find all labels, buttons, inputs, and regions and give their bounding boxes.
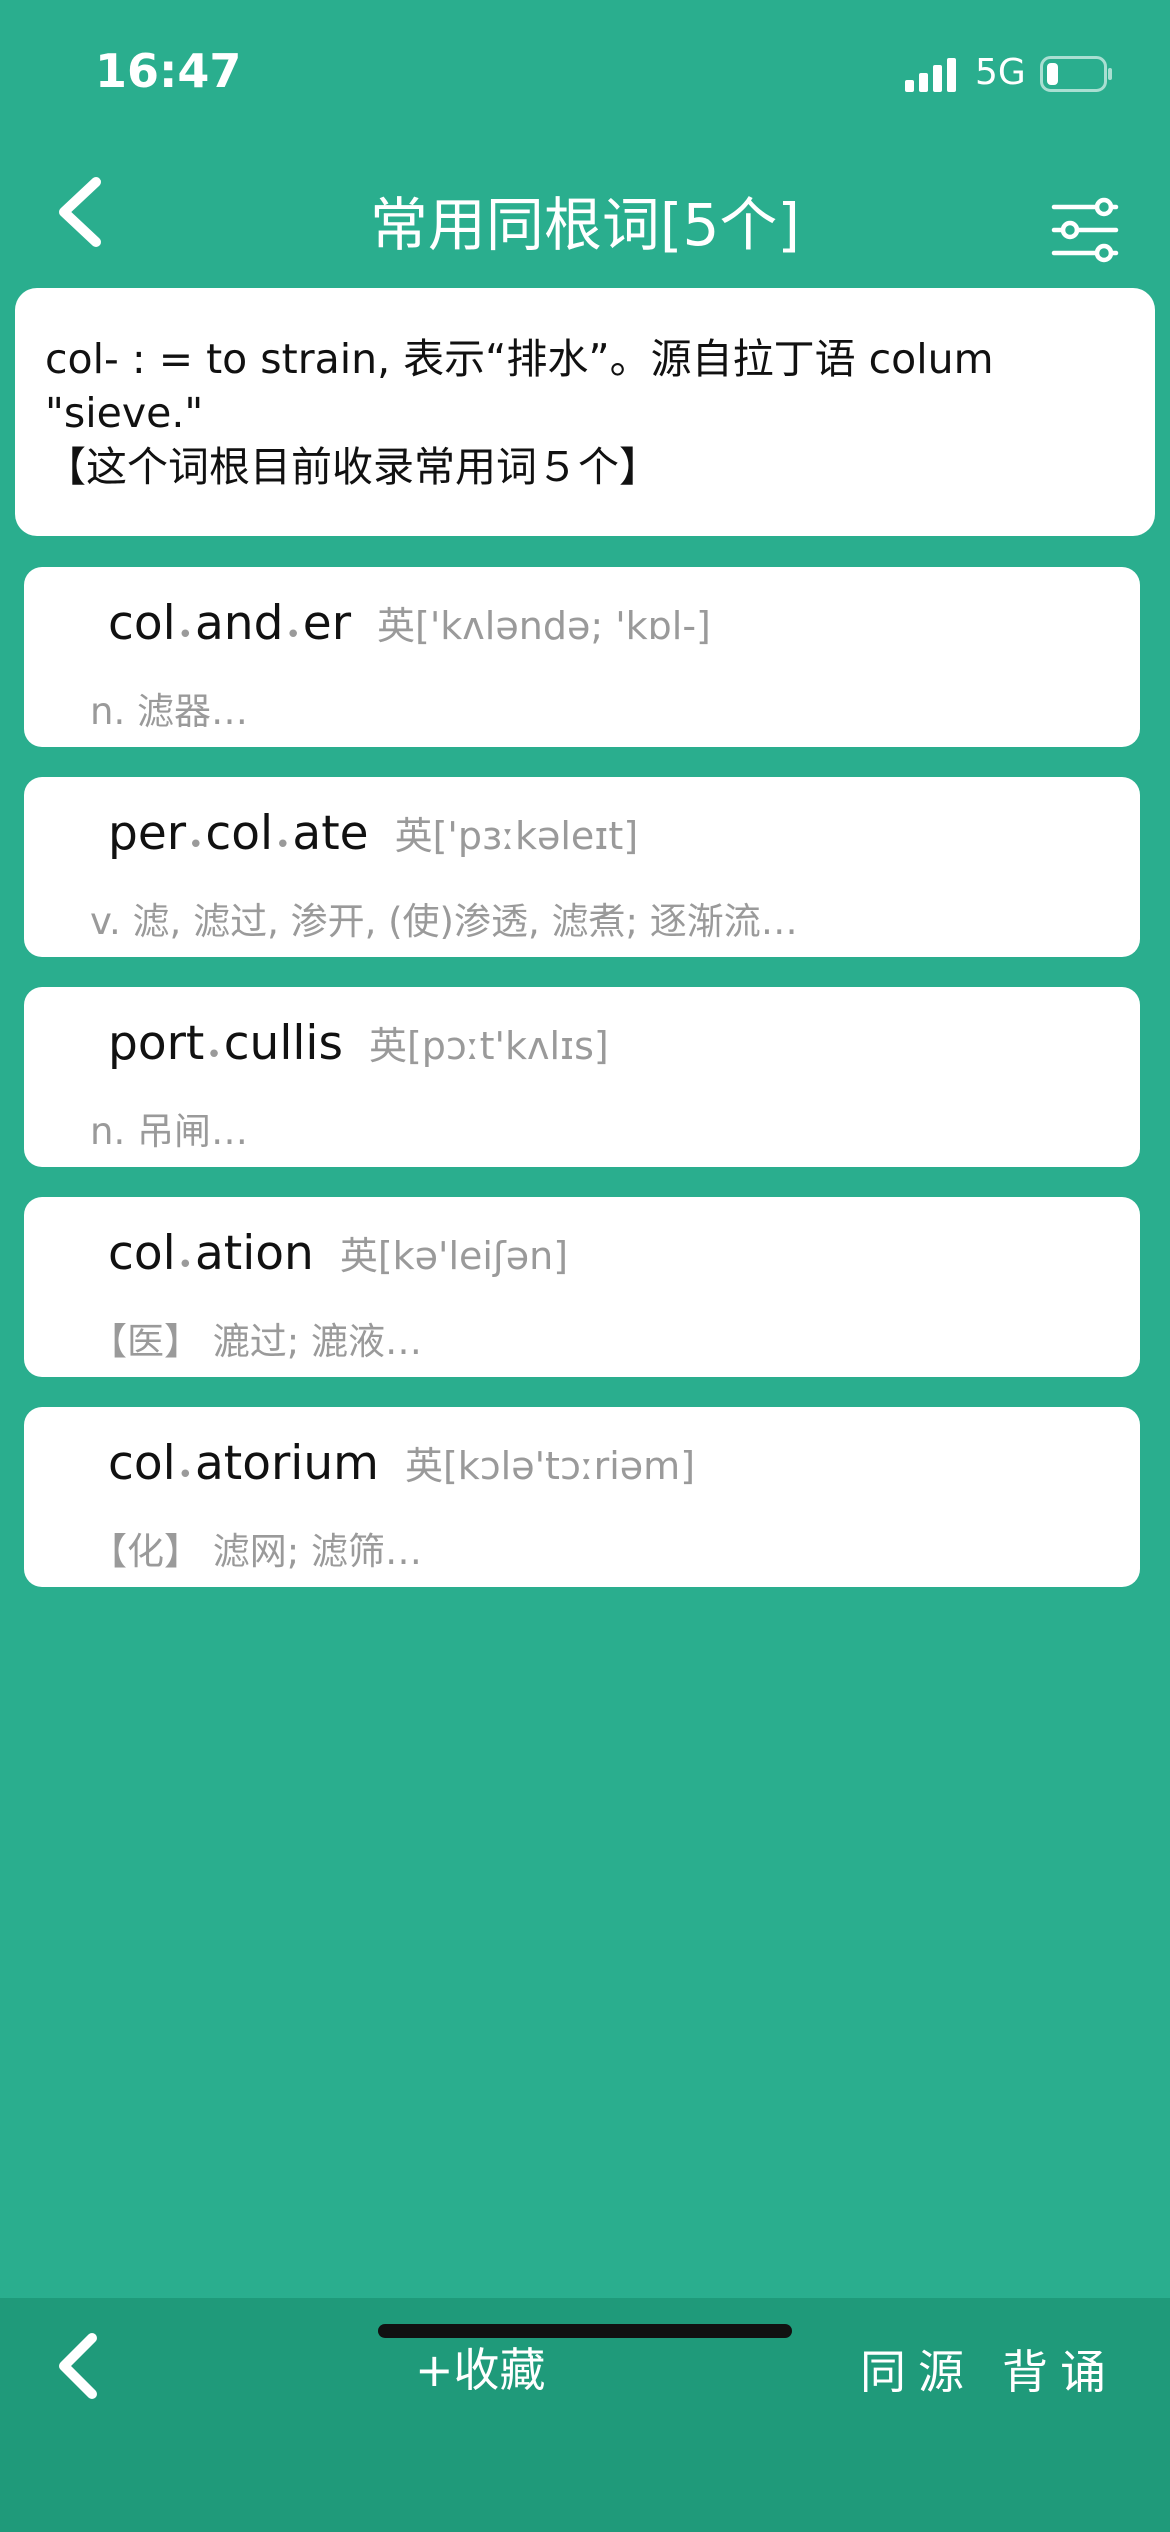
nav-bar: 常用同根词[5个] [0, 150, 1170, 280]
syllable-dot: • [177, 1459, 193, 1490]
word-headword: col•ation 英[kə'leiʃən] [108, 1225, 568, 1281]
battery-low-icon [1040, 56, 1112, 92]
word-meaning: v. 滤, 滤过, 渗开, (使)渗透, 滤煮; 逐渐流… [90, 900, 798, 943]
filter-sliders-icon[interactable] [1050, 195, 1120, 265]
word-part: atorium [195, 1436, 379, 1491]
syllable-dot: • [188, 829, 204, 860]
word-meaning: 【化】 滤网; 滤筛… [90, 1530, 422, 1573]
home-indicator[interactable] [378, 2324, 792, 2338]
word-headword: col•atorium 英[kɔlə'tɔːriəm] [108, 1435, 695, 1491]
word-part: col [108, 1436, 176, 1491]
syllable-dot: • [275, 829, 291, 860]
word-phonetic: 英[kɔlə'tɔːriəm] [404, 1444, 696, 1488]
word-part: and [195, 596, 284, 651]
word-part: cullis [223, 1016, 343, 1071]
recite-button[interactable]: 背诵 [1002, 2336, 1118, 2402]
word-card-colatorium[interactable]: col•atorium 英[kɔlə'tɔːriəm] 【化】 滤网; 滤筛… [24, 1407, 1140, 1587]
page-title: 常用同根词[5个] [369, 191, 801, 259]
word-headword: per•col•ate 英['pɜːkəleɪt] [108, 805, 638, 861]
status-time: 16:47 [95, 44, 242, 98]
word-part: per [108, 806, 187, 861]
word-card-colation[interactable]: col•ation 英[kə'leiʃən] 【医】 漉过; 漉液… [24, 1197, 1140, 1377]
favorite-button[interactable]: +收藏 [415, 2334, 546, 2400]
word-headword: port•cullis 英[pɔːt'kʌlɪs] [108, 1015, 609, 1071]
word-card-portcullis[interactable]: port•cullis 英[pɔːt'kʌlɪs] n. 吊闸… [24, 987, 1140, 1167]
root-description-card: col- : = to strain, 表示“排水”。源自拉丁语 colum "… [15, 288, 1155, 536]
syllable-dot: • [177, 1249, 193, 1280]
network-type: 5G [975, 52, 1026, 93]
syllable-dot: • [206, 1039, 222, 1070]
word-meaning: n. 滤器… [90, 690, 248, 733]
cellular-signal-icon [905, 58, 956, 92]
word-phonetic: 英['kʌləndə; 'kɒl-] [377, 604, 711, 648]
word-part: col [108, 596, 176, 651]
word-card-colander[interactable]: col•and•er 英['kʌləndə; 'kɒl-] n. 滤器… [24, 567, 1140, 747]
word-part: port [108, 1016, 205, 1071]
chevron-left-icon[interactable] [50, 172, 120, 252]
chevron-left-icon[interactable] [52, 2330, 112, 2402]
word-part: col [205, 806, 274, 861]
word-part: col [108, 1226, 176, 1281]
status-bar: 16:47 5G [0, 0, 1170, 150]
word-part: ation [195, 1226, 314, 1281]
word-phonetic: 英[kə'leiʃən] [339, 1234, 569, 1278]
word-phonetic: 英[pɔːt'kʌlɪs] [368, 1024, 609, 1068]
root-definition: col- : = to strain, 表示“排水”。源自拉丁语 colum [45, 335, 994, 383]
word-meaning: 【医】 漉过; 漉液… [90, 1320, 422, 1363]
word-part: er [302, 596, 352, 651]
word-headword: col•and•er 英['kʌləndə; 'kɒl-] [108, 595, 711, 651]
root-origin: "sieve." [45, 389, 204, 437]
root-word-count: 【这个词根目前收录常用词５个】 [45, 443, 660, 491]
same-source-button[interactable]: 同源 [860, 2336, 976, 2402]
word-part: ate [292, 806, 369, 861]
word-card-percolate[interactable]: per•col•ate 英['pɜːkəleɪt] v. 滤, 滤过, 渗开, (… [24, 777, 1140, 957]
word-meaning: n. 吊闸… [90, 1110, 248, 1153]
word-phonetic: 英['pɜːkəleɪt] [394, 814, 639, 858]
syllable-dot: • [285, 619, 301, 650]
syllable-dot: • [177, 619, 193, 650]
